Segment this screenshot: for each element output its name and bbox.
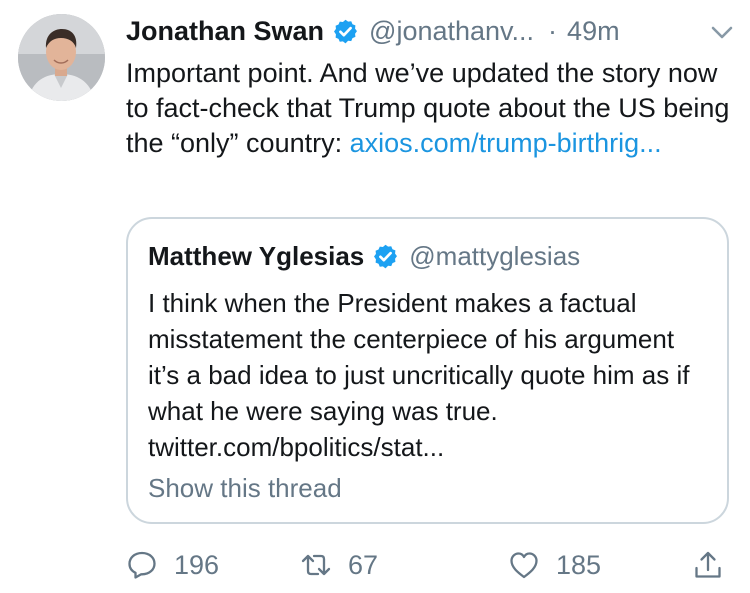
heart-icon [510, 552, 538, 579]
avatar-photo [18, 14, 105, 101]
quote-author-name: Matthew Yglesias [148, 240, 365, 271]
share-icon [695, 551, 721, 578]
quoted-tweet-card[interactable]: Matthew Yglesias @mattyglesias I think w… [126, 217, 729, 524]
quote-text: I think when the President makes a factu… [148, 288, 690, 462]
quote-author-handle: @mattyglesias [409, 240, 581, 271]
retweet-button[interactable]: 67 [300, 545, 378, 585]
verified-badge-icon [332, 18, 359, 45]
retweet-count: 67 [348, 549, 379, 580]
tweet-header: Jonathan Swan @jonathanv... · 49m [126, 14, 736, 48]
like-button[interactable]: 185 [508, 545, 601, 585]
reply-icon [128, 551, 156, 579]
tweet-link[interactable]: axios.com/trump-birthrig... [350, 128, 662, 158]
reply-count: 196 [174, 549, 220, 580]
quote-header: Matthew Yglesias @mattyglesias [148, 239, 580, 273]
author-name[interactable]: Jonathan Swan [126, 16, 324, 47]
retweet-icon [301, 554, 331, 576]
tweet-text: Important point. And we’ve updated the s… [126, 56, 736, 161]
separator-dot: · [548, 15, 558, 46]
avatar[interactable] [18, 14, 105, 101]
reply-button[interactable]: 196 [126, 545, 219, 585]
share-button[interactable] [692, 545, 724, 585]
tweet-timestamp[interactable]: 49m [567, 16, 620, 47]
tweet-actions: 196 67 185 [126, 545, 736, 585]
verified-badge-icon [372, 243, 399, 270]
chevron-down-icon[interactable] [708, 18, 736, 46]
like-count: 185 [556, 549, 602, 580]
show-thread-link[interactable]: Show this thread [148, 473, 342, 504]
author-handle[interactable]: @jonathanv... [369, 16, 534, 47]
